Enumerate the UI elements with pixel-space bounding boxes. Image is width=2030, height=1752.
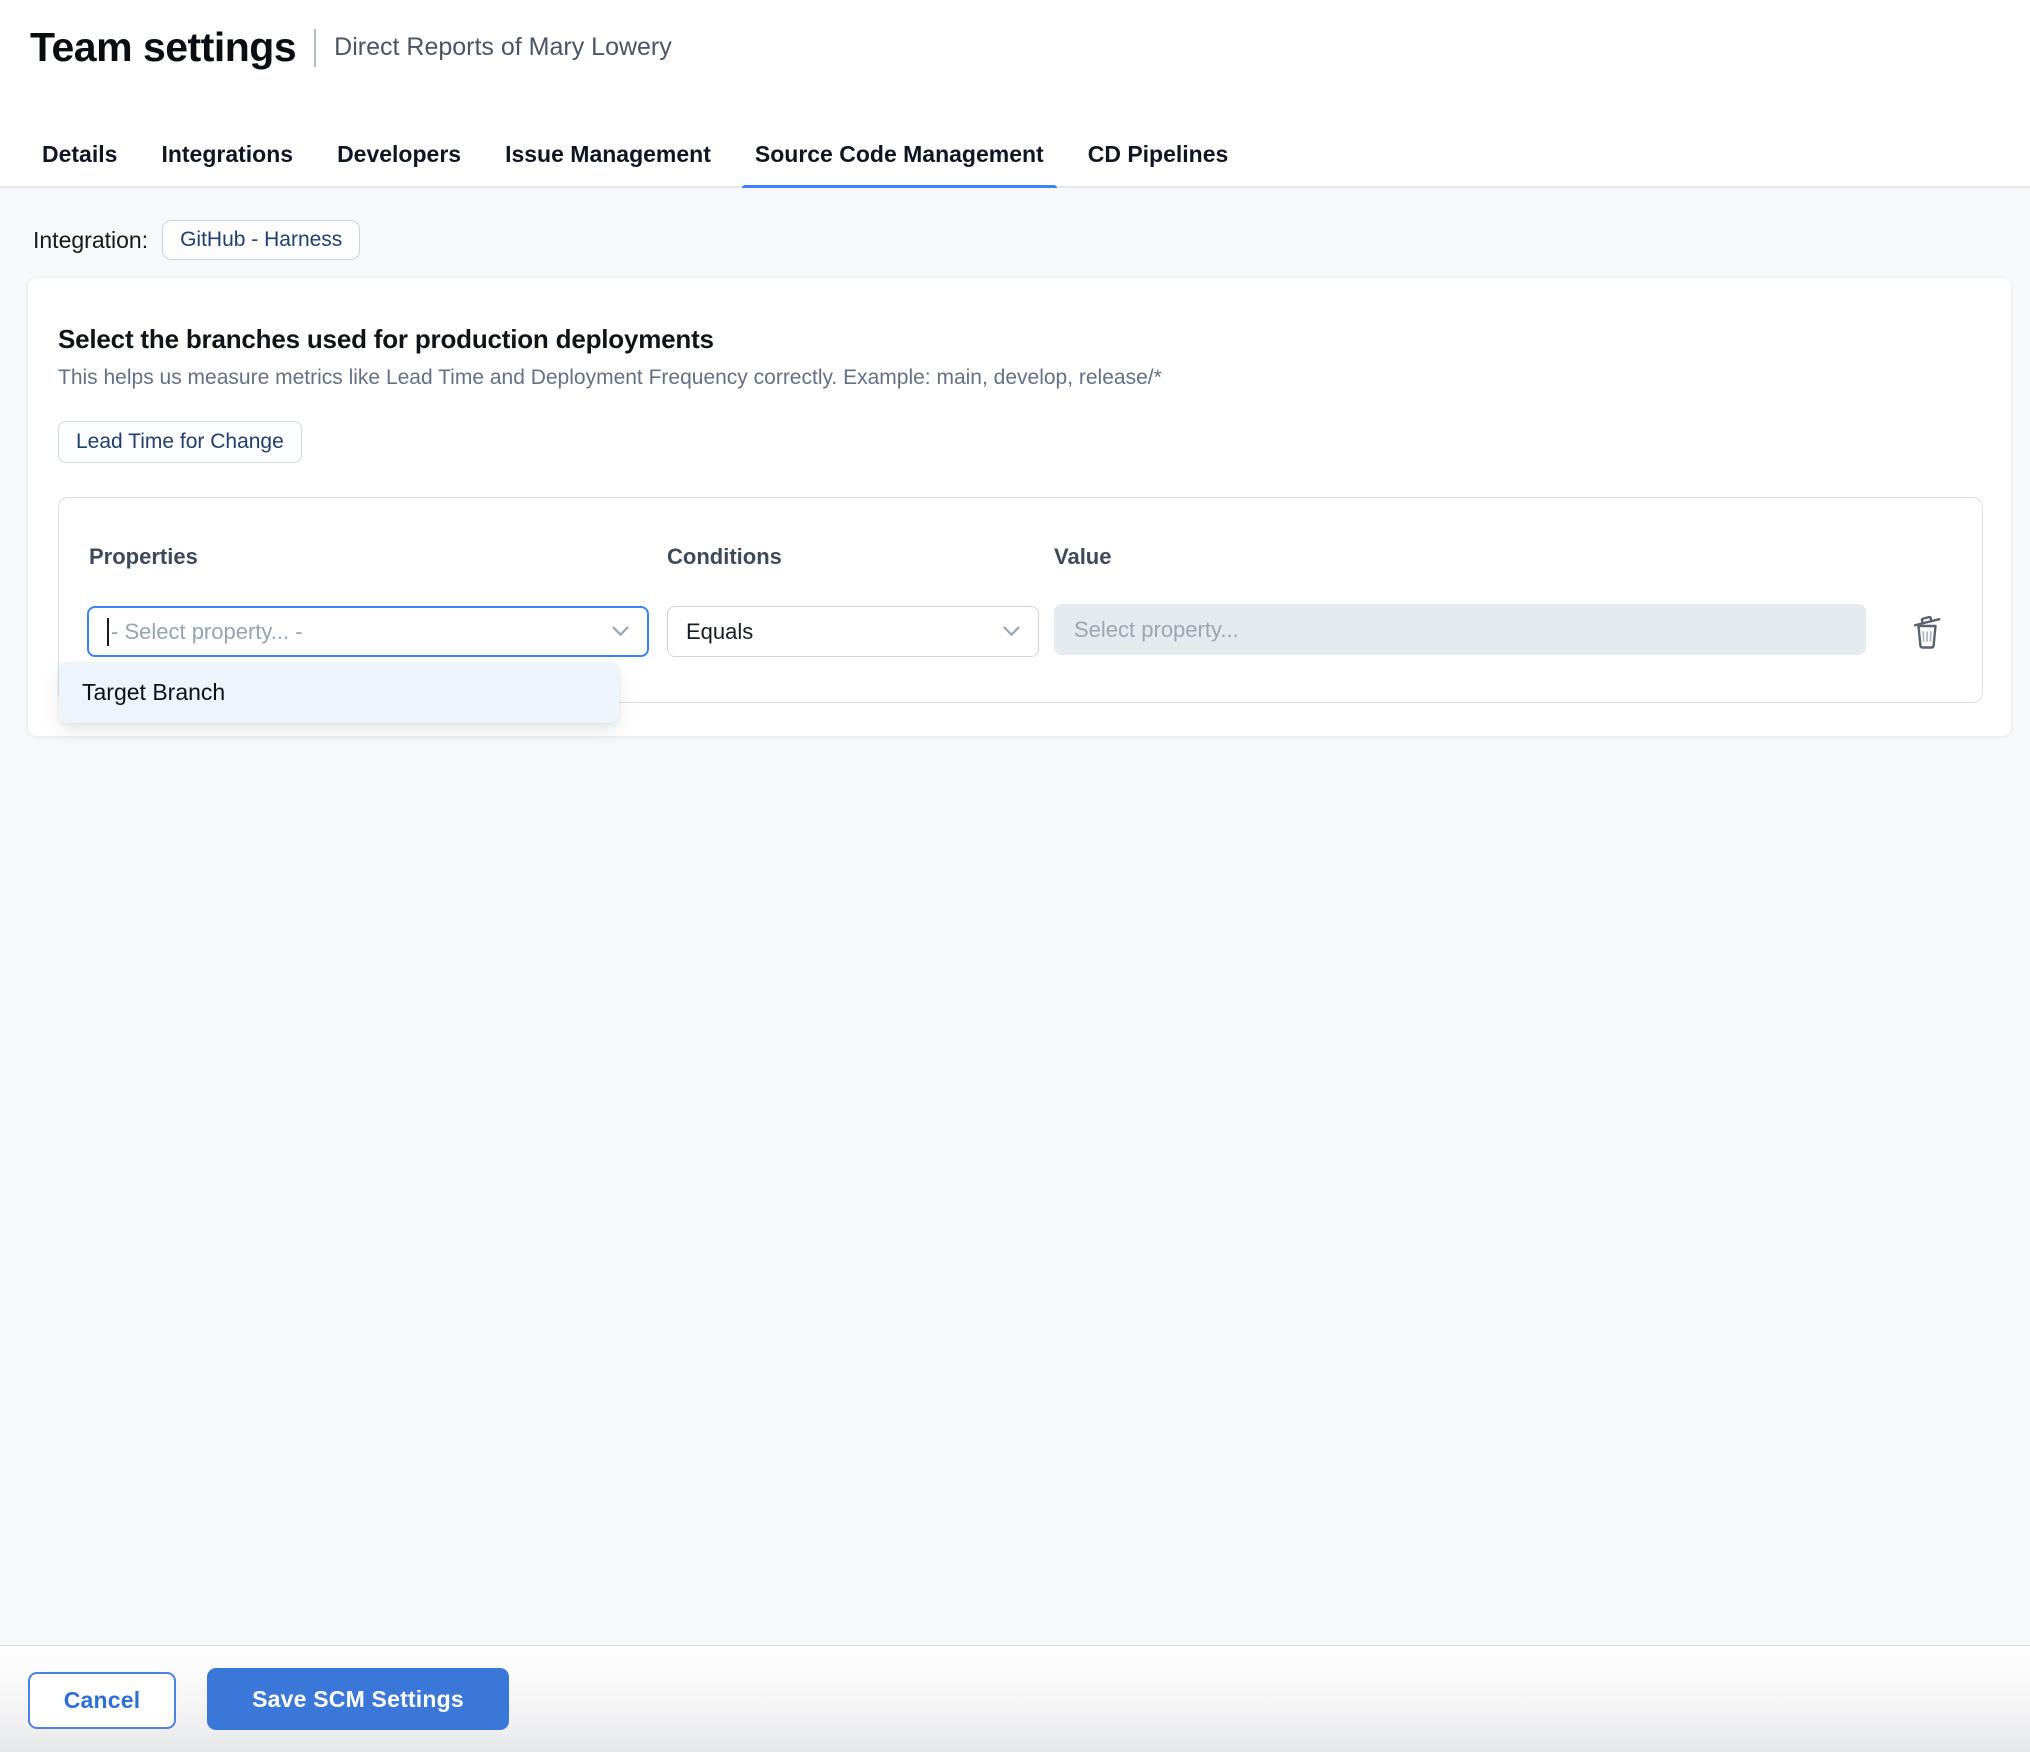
delete-rule-button[interactable]	[1904, 608, 1948, 654]
branches-card: Select the branches used for production …	[27, 277, 2012, 737]
content-area: Integration: GitHub - Harness Select the…	[0, 188, 2030, 1645]
tab-cd-pipelines[interactable]: CD Pipelines	[1088, 121, 1229, 187]
tab-details[interactable]: Details	[42, 121, 117, 187]
value-column-header: Value	[1054, 544, 1112, 569]
conditions-column-header: Conditions	[667, 544, 782, 569]
integration-chip[interactable]: GitHub - Harness	[162, 220, 361, 260]
page-header: Team settings Direct Reports of Mary Low…	[0, 0, 2030, 191]
title-row: Team settings Direct Reports of Mary Low…	[30, 24, 672, 71]
condition-select-value: Equals	[686, 618, 754, 644]
tab-issue-management[interactable]: Issue Management	[505, 121, 711, 187]
save-scm-settings-button[interactable]: Save SCM Settings	[207, 1668, 509, 1730]
value-input	[1054, 604, 1866, 655]
property-select-placeholder: - Select property... -	[111, 618, 303, 644]
lead-time-chip[interactable]: Lead Time for Change	[58, 421, 302, 463]
properties-column-header: Properties	[89, 544, 198, 569]
cancel-button[interactable]: Cancel	[28, 1672, 176, 1729]
dropdown-option-target-branch[interactable]: Target Branch	[59, 662, 619, 723]
card-description: This helps us measure metrics like Lead …	[58, 366, 1162, 389]
footer-bar: Cancel Save SCM Settings	[0, 1645, 2030, 1752]
chevron-down-icon	[1003, 626, 1020, 637]
tab-integrations[interactable]: Integrations	[161, 121, 293, 187]
text-caret	[107, 617, 109, 646]
page-title: Team settings	[30, 24, 297, 70]
chevron-down-icon	[612, 626, 629, 637]
integration-label: Integration:	[33, 226, 149, 253]
property-select[interactable]: - Select property... -	[87, 606, 649, 657]
trash-icon	[1908, 610, 1944, 653]
condition-select[interactable]: Equals	[667, 606, 1039, 657]
property-dropdown: Target Branch	[59, 662, 619, 723]
page-subtitle: Direct Reports of Mary Lowery	[334, 33, 672, 61]
tab-developers[interactable]: Developers	[337, 121, 461, 187]
tab-source-code-management[interactable]: Source Code Management	[741, 121, 1057, 191]
title-divider	[314, 28, 317, 67]
card-heading: Select the branches used for production …	[58, 324, 714, 354]
integration-row: Integration: GitHub - Harness	[33, 220, 361, 260]
tab-bar: Details Integrations Developers Issue Ma…	[0, 121, 2030, 191]
